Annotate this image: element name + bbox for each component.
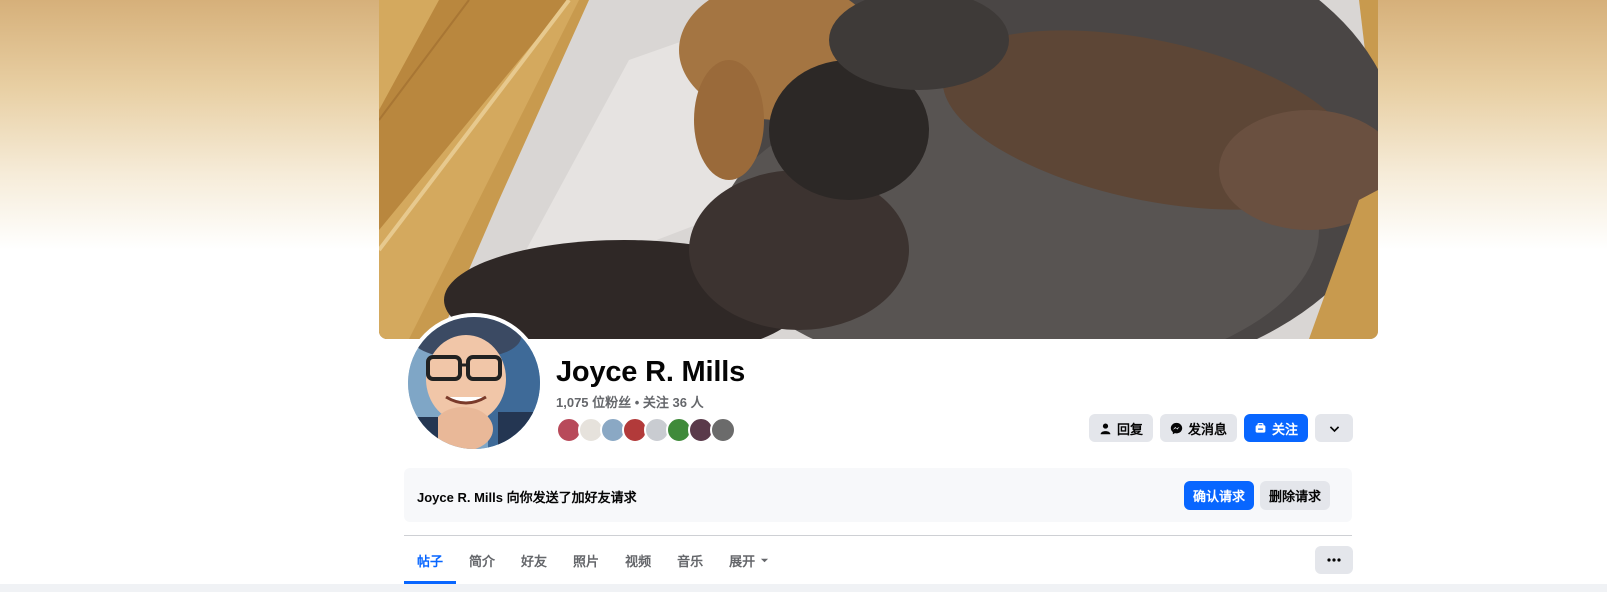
profile-actions: 回复 发消息 关注 bbox=[1088, 414, 1353, 442]
follow-button[interactable]: 关注 bbox=[1243, 414, 1308, 442]
reply-button[interactable]: 回复 bbox=[1088, 414, 1153, 442]
tab-posts[interactable]: 帖子 bbox=[404, 536, 457, 584]
tab-photos[interactable]: 照片 bbox=[560, 536, 612, 584]
ellipsis-icon bbox=[1327, 558, 1341, 562]
profile-name: Joyce R. Mills bbox=[556, 356, 745, 388]
cover-photo-image bbox=[379, 0, 1378, 339]
cover-photo[interactable] bbox=[379, 0, 1378, 339]
confirm-request-button[interactable]: 确认请求 bbox=[1183, 481, 1254, 510]
profile-stats[interactable]: 1,075 位粉丝 • 关注 36 人 bbox=[556, 392, 704, 411]
friend-request-banner: Joyce R. Mills 向你发送了加好友请求 确认请求 删除请求 bbox=[404, 468, 1352, 522]
messenger-icon bbox=[1170, 422, 1183, 434]
profile-avatar[interactable] bbox=[404, 313, 544, 453]
friend-request-text: Joyce R. Mills 向你发送了加好友请求 bbox=[417, 490, 637, 505]
reply-label: 回复 bbox=[1116, 421, 1143, 437]
tab-label: 视频 bbox=[625, 553, 652, 569]
tab-music[interactable]: 音乐 bbox=[664, 536, 716, 584]
page-background-strip bbox=[0, 584, 1607, 592]
person-icon bbox=[1100, 422, 1111, 434]
tab-about[interactable]: 简介 bbox=[456, 536, 508, 584]
follow-icon bbox=[1255, 422, 1266, 433]
tab-label: 照片 bbox=[573, 553, 600, 569]
friend-avatar[interactable] bbox=[710, 417, 736, 443]
tab-label: 展开 bbox=[729, 553, 756, 569]
avatar-image bbox=[408, 317, 540, 449]
tab-label: 帖子 bbox=[417, 553, 444, 569]
caret-down-icon bbox=[761, 558, 769, 562]
tab-videos[interactable]: 视频 bbox=[612, 536, 664, 584]
tab-more[interactable]: 展开 bbox=[716, 536, 782, 584]
follow-label: 关注 bbox=[1271, 421, 1298, 437]
message-button[interactable]: 发消息 bbox=[1159, 414, 1237, 442]
delete-request-button[interactable]: 删除请求 bbox=[1259, 481, 1330, 510]
tabs-more-options-button[interactable] bbox=[1315, 546, 1353, 574]
mutual-friends-avatars bbox=[556, 417, 736, 443]
tab-label: 音乐 bbox=[677, 553, 704, 569]
more-options-button[interactable] bbox=[1315, 414, 1353, 442]
tab-friends[interactable]: 好友 bbox=[508, 536, 560, 584]
chevron-down-icon bbox=[1329, 425, 1339, 432]
message-label: 发消息 bbox=[1187, 421, 1227, 437]
tab-label: 好友 bbox=[521, 553, 548, 569]
friend-request-actions: 确认请求 删除请求 bbox=[1183, 481, 1330, 510]
profile-tabs: 帖子 简介 好友 照片 视频 音乐 展开 bbox=[404, 536, 782, 584]
tab-label: 简介 bbox=[469, 553, 496, 569]
